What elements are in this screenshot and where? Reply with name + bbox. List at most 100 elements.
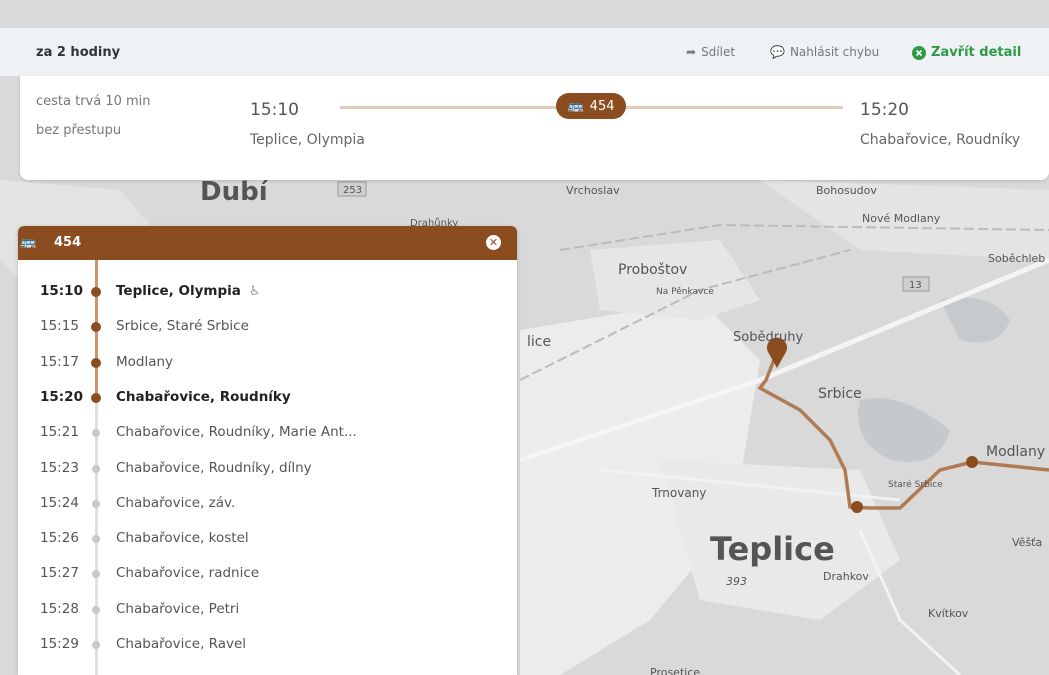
map-label-probostov: Proboštov — [618, 262, 687, 278]
stop-name: Teplice, Olympia ♿ — [116, 283, 261, 299]
stop-dot — [91, 322, 101, 333]
line-detail-panel[interactable]: 🚌 454 ✕ 15:10 Teplice, Olympia ♿ 15:15 Srbic… — [18, 226, 517, 675]
share-icon: ➦ — [686, 45, 697, 59]
stop-time: 15:29 — [40, 636, 79, 652]
stop-name-text: Chabařovice, kostel — [116, 530, 249, 547]
close-detail-label: Zavřít detail — [931, 45, 1022, 60]
stop-name-text: Srbice, Staré Srbice — [116, 318, 249, 335]
report-label: Nahlásit chybu — [789, 45, 880, 59]
stop-dot — [92, 641, 100, 649]
stop-name: Chabařovice, Roudníky, dílny — [116, 460, 312, 476]
map-label-sobedruhy: Sobědruhy — [733, 330, 804, 345]
bus-icon: 🚌 — [20, 235, 37, 250]
share-label: Sdílet — [701, 45, 736, 59]
map-label-na-penkavce: Na Pěnkavce — [656, 287, 714, 297]
stop-dot — [91, 287, 101, 297]
stop-name: Chabařovice, radnice — [116, 565, 259, 581]
map-label-bohosudov: Bohosudov — [816, 184, 877, 197]
panel-header: 🚌 454 ✕ — [18, 226, 517, 260]
line-badge[interactable]: 🚌 454 — [556, 93, 626, 119]
stop-name-text: Chabařovice, Roudníky, dílny — [116, 459, 312, 476]
stop-time: 15:28 — [40, 600, 79, 617]
stop-dot — [92, 499, 100, 508]
road-13-label: 13 — [909, 280, 922, 291]
stop-name-text: Modlany — [116, 353, 174, 370]
map-label-drahkov: Drahkov — [823, 570, 869, 583]
stop-row[interactable]: 15:27 Chabařovice, radnice — [18, 556, 517, 592]
map-label-nove-modlany: Nové Modlany — [862, 212, 941, 225]
bus-icon: 🚌 — [567, 98, 584, 114]
stop-row[interactable]: 15:10 Teplice, Olympia ♿ — [18, 274, 517, 310]
stop-time: 15:17 — [40, 353, 79, 370]
stop-time: 15:10 — [40, 283, 83, 299]
stop-row[interactable]: 15:15 Srbice, Staré Srbice — [18, 309, 517, 345]
stop-time: 15:21 — [40, 424, 79, 441]
stop-name-text: Chabařovice, Ravel — [116, 636, 247, 652]
stop-dot — [92, 464, 100, 473]
map-label-kvitkov: Kvítkov — [928, 607, 969, 620]
departure-time: 15:10 — [250, 100, 299, 120]
stop-dot — [92, 605, 100, 614]
stop-dot — [92, 570, 100, 579]
stop-dot — [91, 357, 101, 368]
map-label-stare-srbice: Staré Srbice — [888, 479, 943, 490]
map-label-teplice: Teplice — [710, 530, 835, 568]
stop-row[interactable]: 15:20 Chabařovice, Roudníky — [18, 380, 517, 416]
share-button[interactable]: ➦ Sdílet — [686, 45, 735, 59]
stop-name-text: Chabařovice, radnice — [116, 565, 260, 582]
stop-time: 15:24 — [40, 494, 79, 511]
stop-row[interactable]: 15:17 Modlany — [18, 345, 517, 381]
arrival-time: 15:20 — [860, 100, 909, 120]
line-number: 454 — [589, 98, 615, 114]
stop-time: 15:15 — [40, 318, 79, 335]
trip-transfers: bez přestupu — [36, 123, 122, 138]
detail-header: za 2 hodiny ➦ Sdílet 💬 Nahlásit chybu Za… — [0, 28, 1049, 76]
stop-name-text: Chabařovice, Petri — [116, 600, 240, 617]
report-error-button[interactable]: 💬 Nahlásit chybu — [770, 45, 879, 59]
stop-name-text: Chabařovice, Roudníky — [116, 388, 291, 405]
stop-name: Chabařovice, Ravel — [116, 636, 246, 652]
stop-time: 15:26 — [40, 530, 79, 547]
stop-time: 15:20 — [40, 388, 83, 405]
route-stop-srbice[interactable] — [851, 501, 863, 513]
map-label-dubi: Dubí — [200, 177, 270, 207]
stop-row[interactable]: 15:26 Chabařovice, kostel — [18, 521, 517, 557]
stop-name: Chabařovice, kostel — [116, 530, 249, 546]
map-label-elevation-393: 393 — [726, 575, 747, 588]
stop-dot — [92, 535, 100, 544]
stop-name: Chabařovice, Roudníky, Marie Ant... — [116, 424, 357, 440]
stop-row[interactable]: 15:29 Chabařovice, Ravel — [18, 627, 517, 663]
close-panel-icon[interactable]: ✕ — [486, 235, 501, 250]
stop-time: 15:27 — [40, 565, 79, 582]
departure-relative-time: za 2 hodiny — [36, 45, 121, 60]
stop-time: 15:23 — [40, 459, 79, 476]
wheelchair-icon: ♿ — [248, 284, 261, 299]
stop-name-text: Chabařovice, Roudníky, Marie Ant... — [116, 424, 357, 441]
stop-name-text: Chabařovice, záv. — [116, 494, 236, 511]
map-label-trnovany: Trnovany — [651, 486, 706, 500]
map-label-srbice: Srbice — [818, 386, 862, 402]
stop-name: Modlany — [116, 354, 173, 370]
stop-name-text: Teplice, Olympia — [116, 283, 241, 299]
map-label-lice: lice — [527, 334, 551, 350]
stop-row[interactable]: 15:28 Chabařovice, Petri — [18, 592, 517, 628]
map-label-sobechleby: Soběchleb — [988, 252, 1045, 265]
stop-row[interactable]: 15:24 Chabařovice, záv. — [18, 486, 517, 522]
route-stop-modlany[interactable] — [966, 456, 978, 468]
trip-summary-card[interactable]: cesta trvá 10 min bez přestupu 15:10 Tep… — [20, 76, 1049, 180]
map-label-modlany: Modlany — [986, 444, 1045, 460]
close-circle-icon — [912, 45, 926, 60]
close-detail-button[interactable]: Zavřít detail — [912, 45, 1021, 60]
map-label-vestan: Věšťa — [1012, 536, 1042, 549]
stop-name: Srbice, Staré Srbice — [116, 318, 249, 334]
arrival-stop: Chabařovice, Roudníky — [860, 132, 1021, 148]
map-label-vrchoslav: Vrchoslav — [566, 184, 620, 197]
road-253-label: 253 — [343, 185, 362, 196]
trip-duration: cesta trvá 10 min — [36, 94, 151, 109]
stop-name: Chabařovice, Roudníky — [116, 389, 291, 405]
stop-row[interactable]: 15:21 Chabařovice, Roudníky, Marie Ant... — [18, 415, 517, 451]
stop-name: Chabařovice, záv. — [116, 495, 235, 511]
departure-stop: Teplice, Olympia — [250, 132, 365, 148]
stop-row[interactable]: 15:23 Chabařovice, Roudníky, dílny — [18, 451, 517, 487]
stop-dot — [92, 429, 100, 438]
